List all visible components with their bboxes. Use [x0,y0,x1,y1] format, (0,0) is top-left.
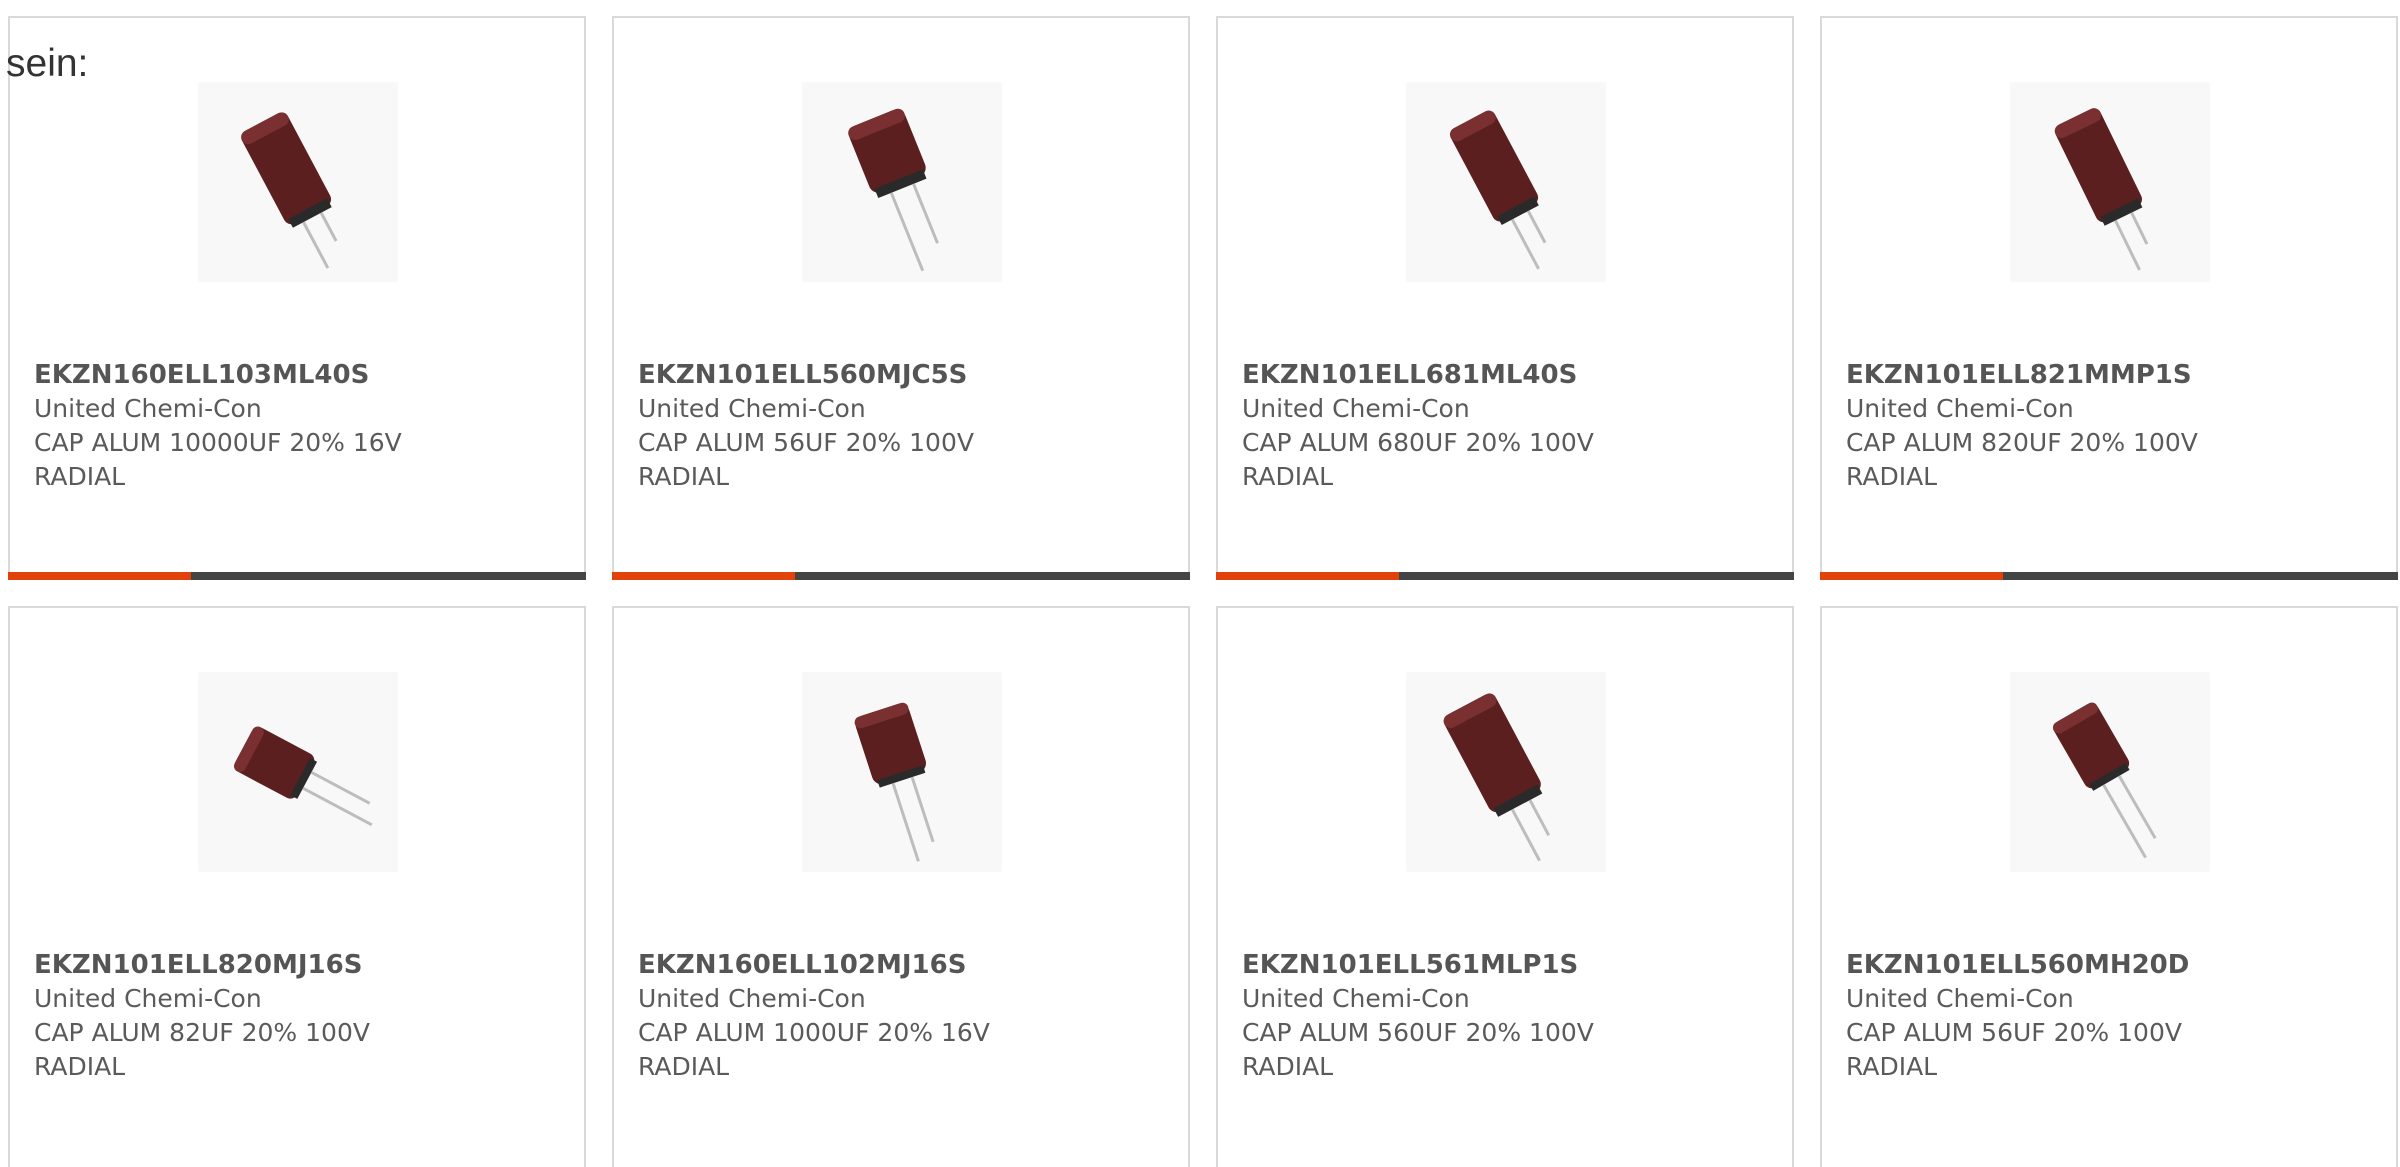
intro-text: sein: [6,42,89,85]
description-line2: RADIAL [34,462,126,491]
description-line2: RADIAL [1846,1052,1938,1081]
description-line1: CAP ALUM 1000UF 20% 16V [638,1018,990,1047]
page: sein: EKZN160ELL103ML40S United Chemi-Co… [0,0,2400,1167]
description-line1: CAP ALUM 560UF 20% 100V [1242,1018,1594,1047]
manufacturer: United Chemi-Con [1242,984,1470,1013]
product-info: EKZN160ELL102MJ16S United Chemi-Con CAP … [638,948,1158,1084]
product-image[interactable] [2010,672,2210,872]
product-image[interactable] [1406,82,1606,282]
manufacturer: United Chemi-Con [34,394,262,423]
product-image[interactable] [198,672,398,872]
product-info: EKZN160ELL103ML40S United Chemi-Con CAP … [34,358,554,494]
product-card[interactable]: EKZN101ELL821MMP1S United Chemi-Con CAP … [1820,16,2398,580]
description-line1: CAP ALUM 680UF 20% 100V [1242,428,1594,457]
part-number-link[interactable]: EKZN101ELL681ML40S [1242,358,1762,392]
manufacturer: United Chemi-Con [638,394,866,423]
manufacturer: United Chemi-Con [1242,394,1470,423]
part-number-link[interactable]: EKZN160ELL102MJ16S [638,948,1158,982]
part-number-link[interactable]: EKZN160ELL103ML40S [34,358,554,392]
product-grid: EKZN160ELL103ML40S United Chemi-Con CAP … [8,16,2400,1167]
product-info: EKZN101ELL820MJ16S United Chemi-Con CAP … [34,948,554,1084]
product-image[interactable] [198,82,398,282]
product-card[interactable]: EKZN101ELL820MJ16S United Chemi-Con CAP … [8,606,586,1167]
product-image[interactable] [802,82,1002,282]
product-card[interactable]: EKZN101ELL561MLP1S United Chemi-Con CAP … [1216,606,1794,1167]
product-card[interactable]: EKZN101ELL681ML40S United Chemi-Con CAP … [1216,16,1794,580]
capacitor-icon [241,112,338,269]
product-image[interactable] [1406,672,1606,872]
product-card[interactable]: EKZN101ELL560MJC5S United Chemi-Con CAP … [612,16,1190,580]
description-line1: CAP ALUM 56UF 20% 100V [1846,1018,2182,1047]
description-line1: CAP ALUM 820UF 20% 100V [1846,428,2198,457]
capacitor-icon [2052,702,2157,859]
product-info: EKZN101ELL561MLP1S United Chemi-Con CAP … [1242,948,1762,1084]
product-card[interactable]: EKZN101ELL560MH20D United Chemi-Con CAP … [1820,606,2398,1167]
product-card[interactable]: EKZN160ELL102MJ16S United Chemi-Con CAP … [612,606,1190,1167]
product-info: EKZN101ELL560MJC5S United Chemi-Con CAP … [638,358,1158,494]
product-info: EKZN101ELL560MH20D United Chemi-Con CAP … [1846,948,2366,1084]
capacitor-icon [1443,693,1551,862]
capacitor-icon [233,726,373,827]
product-info: EKZN101ELL681ML40S United Chemi-Con CAP … [1242,358,1762,494]
description-line1: CAP ALUM 56UF 20% 100V [638,428,974,457]
product-image[interactable] [2010,82,2210,282]
description-line2: RADIAL [1242,462,1334,491]
part-number-link[interactable]: EKZN101ELL561MLP1S [1242,948,1762,982]
capacitor-icon [848,108,939,272]
manufacturer: United Chemi-Con [638,984,866,1013]
product-info: EKZN101ELL821MMP1S United Chemi-Con CAP … [1846,358,2366,494]
description-line2: RADIAL [1846,462,1938,491]
description-line2: RADIAL [638,1052,730,1081]
capacitor-icon [2054,108,2149,271]
description-line2: RADIAL [1242,1052,1334,1081]
description-line1: CAP ALUM 82UF 20% 100V [34,1018,370,1047]
capacitor-icon [1449,110,1547,270]
manufacturer: United Chemi-Con [1846,394,2074,423]
part-number-link[interactable]: EKZN101ELL560MJC5S [638,358,1158,392]
capacitor-icon [854,702,935,862]
manufacturer: United Chemi-Con [1846,984,2074,1013]
description-line2: RADIAL [638,462,730,491]
product-card[interactable]: EKZN160ELL103ML40S United Chemi-Con CAP … [8,16,586,580]
part-number-link[interactable]: EKZN101ELL821MMP1S [1846,358,2366,392]
description-line1: CAP ALUM 10000UF 20% 16V [34,428,402,457]
part-number-link[interactable]: EKZN101ELL560MH20D [1846,948,2366,982]
description-line2: RADIAL [34,1052,126,1081]
product-image[interactable] [802,672,1002,872]
manufacturer: United Chemi-Con [34,984,262,1013]
part-number-link[interactable]: EKZN101ELL820MJ16S [34,948,554,982]
